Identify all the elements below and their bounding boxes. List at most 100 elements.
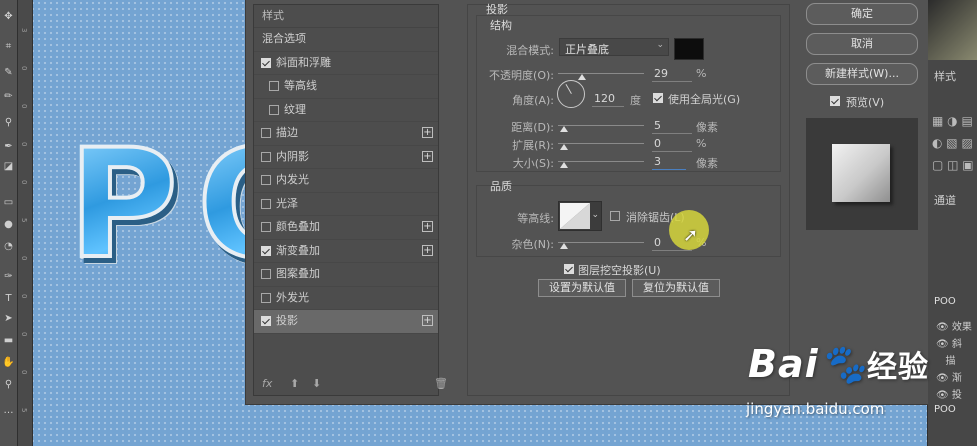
delete-icon[interactable]: 🗑 [434,377,448,390]
move-down-icon[interactable]: ⬇ [312,377,321,390]
style-item[interactable]: 斜面和浮雕 [254,52,438,75]
shape-tool-icon[interactable]: ▬ [2,334,15,347]
path-select-tool-icon[interactable]: ➤ [2,312,15,325]
angle-dial[interactable] [557,80,585,108]
antialias-checkbox[interactable] [610,211,620,221]
global-light-checkbox[interactable] [653,93,663,103]
ruler-number: 0 [20,104,28,109]
angle-value[interactable]: 120 [594,92,615,105]
style-item-checkbox[interactable] [261,269,271,279]
style-item-checkbox[interactable] [269,81,279,91]
spread-slider-handle[interactable] [560,144,568,150]
spread-value[interactable]: 0 [654,137,661,150]
styles-header[interactable]: 样式 [254,5,438,28]
watermark-brand-suffix: 经验 [866,350,929,385]
type-tool-icon[interactable]: T [2,292,15,305]
zoom-tool-icon[interactable]: ⚲ [2,378,15,391]
style-item[interactable]: 光泽 [254,193,438,216]
size-slider[interactable] [558,161,644,162]
spread-input-underline [652,151,692,152]
shadow-color-swatch[interactable] [674,38,704,60]
fx-icon[interactable]: fx [262,377,272,390]
style-item-checkbox[interactable] [261,292,271,303]
spread-slider[interactable] [558,143,644,144]
style-item-checkbox[interactable] [261,151,271,162]
color-picker-swatch[interactable] [928,0,977,60]
style-item-checkbox[interactable] [261,245,271,256]
style-item[interactable]: 外发光 [254,287,438,310]
distance-slider-handle[interactable] [560,126,568,132]
style-item-checkbox[interactable] [261,222,271,232]
set-default-button[interactable]: 设置为默认值 [538,279,626,297]
opacity-input-underline [652,81,692,82]
style-item[interactable]: 图案叠加 [254,263,438,287]
distance-unit: 像素 [696,121,718,134]
move-tool-icon[interactable]: ✥ [2,10,15,23]
style-item-checkbox[interactable] [261,316,271,326]
style-item[interactable]: 颜色叠加 + [254,216,438,240]
add-instance-icon[interactable]: + [422,127,433,138]
add-instance-icon[interactable]: + [422,221,433,232]
gradient-tool-icon[interactable]: ▭ [2,196,15,209]
noise-slider-handle[interactable] [560,243,568,249]
eye-icon[interactable]: 👁 [936,322,949,333]
style-item-checkbox[interactable] [269,104,279,115]
style-item[interactable]: 描边 + [254,122,438,146]
blending-options-item[interactable]: 混合选项 [254,28,438,52]
layer-knockout-checkbox[interactable] [564,264,574,274]
style-item[interactable]: 等高线 [254,75,438,99]
style-item-checkbox[interactable] [261,198,271,209]
adjustment-icons[interactable]: ▦ ◑ ▤ ◐ ▧ ▨ ▢ ◫ ▣ [932,110,976,180]
opacity-slider[interactable] [558,73,644,74]
style-item-checkbox[interactable] [261,175,271,185]
brush-tool-icon[interactable]: ✏ [2,90,15,103]
angle-unit: 度 [630,94,641,107]
crop-tool-icon[interactable]: ⌗ [2,40,15,53]
ok-button[interactable]: 确定 [806,3,918,25]
history-brush-icon[interactable]: ✒ [2,140,15,153]
blur-tool-icon[interactable]: ● [2,218,15,231]
distance-slider[interactable] [558,125,644,126]
tab-styles[interactable]: 样式 [934,68,956,84]
tab-channels[interactable]: 通道 [934,192,956,208]
style-item-label: 图案叠加 [276,267,320,280]
move-up-icon[interactable]: ⬆ [290,377,299,390]
add-instance-icon[interactable]: + [422,315,433,326]
style-item[interactable]: 内阴影 + [254,146,438,169]
style-item-checkbox[interactable] [261,128,271,138]
eraser-tool-icon[interactable]: ◪ [2,160,15,173]
pen-tool-icon[interactable]: ✑ [2,270,15,283]
stamp-tool-icon[interactable]: ⚲ [2,116,15,129]
style-item-label: 内发光 [276,173,309,186]
preview-checkbox[interactable] [830,96,840,106]
add-instance-icon[interactable]: + [422,150,433,162]
blend-mode-select[interactable]: 正片叠底 ⌄ [559,38,669,56]
contour-picker[interactable]: ⌄ [558,201,602,231]
size-slider-handle[interactable] [560,162,568,168]
add-instance-icon[interactable]: + [422,244,433,256]
style-item[interactable]: 渐变叠加 + [254,240,438,263]
new-style-button[interactable]: 新建样式(W)... [806,63,918,85]
style-item[interactable]: 内发光 [254,169,438,193]
reset-default-button[interactable]: 复位为默认值 [632,279,720,297]
opacity-value[interactable]: 29 [654,67,668,80]
cancel-button[interactable]: 取消 [806,33,918,55]
style-item[interactable]: 纹理 [254,99,438,122]
hand-tool-icon[interactable]: ✋ [2,356,15,369]
watermark-brand-text: Bai [748,342,819,386]
noise-slider[interactable] [558,242,644,243]
size-value[interactable]: 3 [654,155,661,168]
dodge-tool-icon[interactable]: ◔ [2,240,15,253]
eyedropper-tool-icon[interactable]: ✎ [2,66,15,79]
opacity-slider-handle[interactable] [578,74,586,80]
distance-value[interactable]: 5 [654,119,661,132]
ruler-number: 3 [20,28,28,33]
style-item-checkbox[interactable] [261,57,271,68]
style-item-label: 斜面和浮雕 [276,55,331,69]
more-tools-icon[interactable]: … [2,404,15,417]
noise-value[interactable]: 0 [654,236,661,249]
ruler-number: 0 [20,370,28,375]
effects-label: 效果 [951,322,972,333]
style-item[interactable]: 投影 + [254,310,438,334]
layer-name[interactable]: POO [934,296,970,310]
